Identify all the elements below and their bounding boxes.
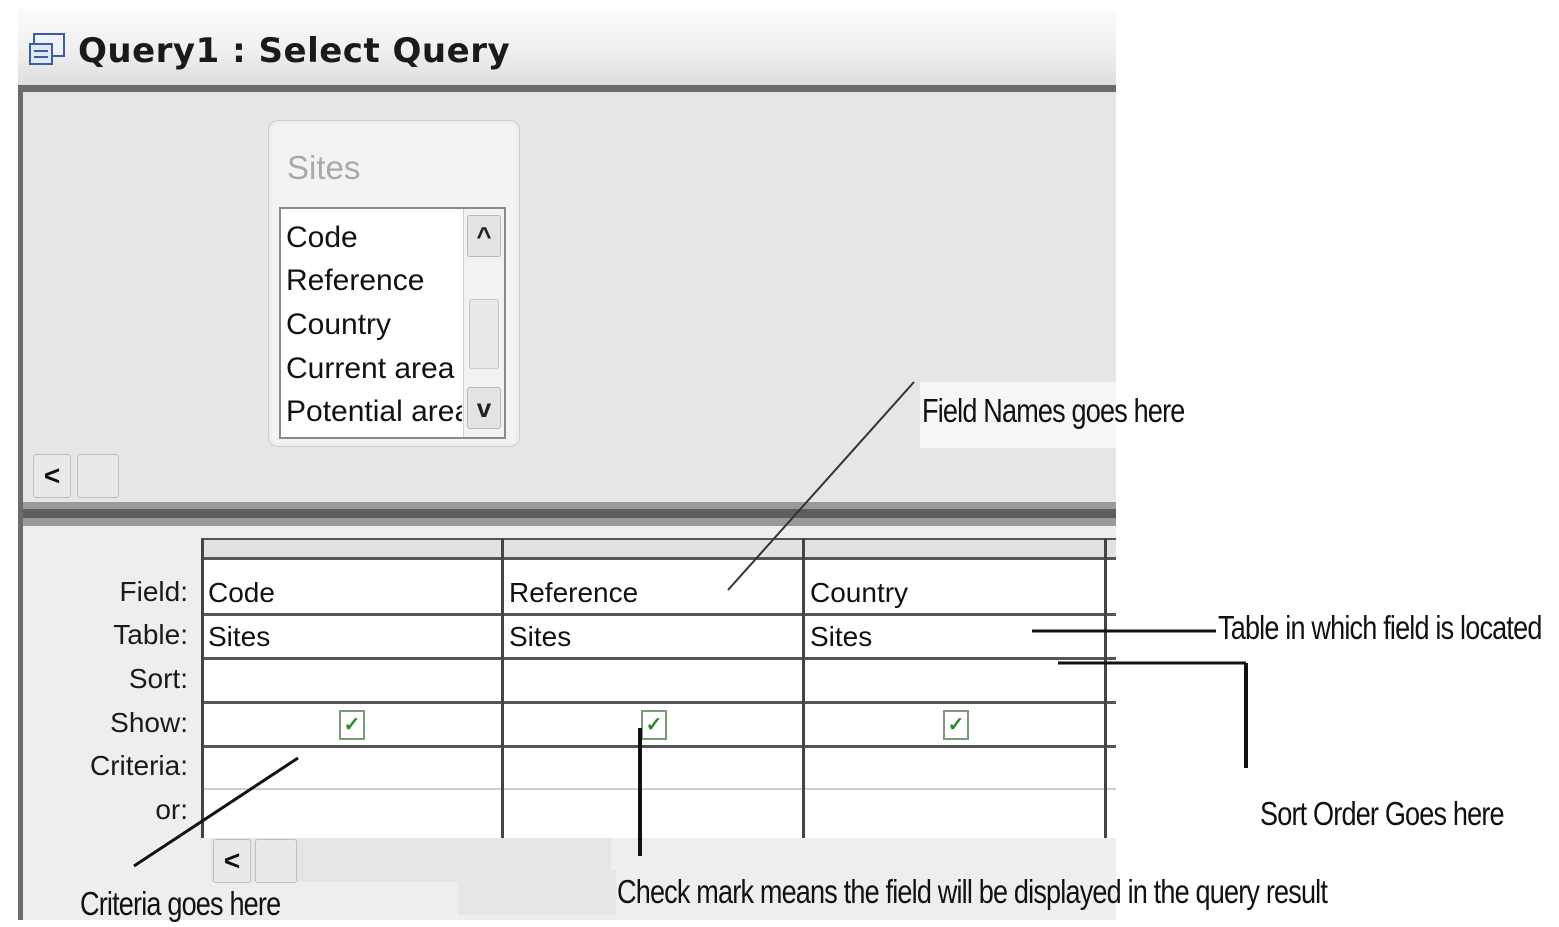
row-label-show: Show: xyxy=(110,707,188,738)
grid-line xyxy=(1104,538,1107,838)
field-list-scrollbar[interactable]: ^ v xyxy=(463,209,504,437)
grid-line xyxy=(201,788,1116,790)
row-label-table: Table: xyxy=(113,619,188,650)
annotation-check-mark: Check mark means the field will be displ… xyxy=(617,873,1328,910)
pane-splitter[interactable] xyxy=(23,502,1116,526)
table-cell[interactable]: Sites xyxy=(208,621,270,653)
row-label-or: or: xyxy=(155,794,188,825)
annotation-criteria: Criteria goes here xyxy=(80,885,281,922)
annotation-table-location: Table in which field is located xyxy=(1218,609,1542,646)
title-divider xyxy=(18,85,1116,92)
window-title: Query1 : Select Query xyxy=(78,31,511,71)
grid-line xyxy=(201,745,1116,748)
field-list-item[interactable]: Potential area xyxy=(286,395,462,429)
field-list-item[interactable]: Code xyxy=(286,221,358,255)
field-list-item[interactable]: Country xyxy=(286,308,391,342)
grid-line xyxy=(501,538,504,838)
field-list-item[interactable]: Reference xyxy=(286,264,424,298)
table-cell[interactable]: Sites xyxy=(509,621,571,653)
scroll-left-icon[interactable]: < xyxy=(33,454,71,498)
query-design-window: Query1 : Select Query Sites Code Referen… xyxy=(18,10,1116,920)
design-grid-pane: Field: Table: Sort: Show: Criteria: or: … xyxy=(23,526,1116,920)
grid-line xyxy=(201,613,1116,616)
annotation-sort-order: Sort Order Goes here xyxy=(1260,795,1505,832)
annotation-field-names: Field Names goes here xyxy=(922,392,1185,429)
scroll-thumb[interactable] xyxy=(77,454,119,498)
field-cell[interactable]: Country xyxy=(810,577,908,609)
grid-line xyxy=(201,657,1116,660)
field-list-sites[interactable]: Sites Code Reference Country Current are… xyxy=(268,120,520,447)
row-label-criteria: Criteria: xyxy=(89,750,188,781)
grid-line xyxy=(201,701,1116,704)
table-cell[interactable]: Sites xyxy=(810,621,872,653)
splitter-bar xyxy=(23,509,1116,518)
query-design-grid: Code Sites ✓ Reference Sites ✓ Country S… xyxy=(201,538,1116,838)
grid-line xyxy=(802,538,805,838)
scroll-thumb[interactable] xyxy=(255,839,297,883)
scroll-up-icon[interactable]: ^ xyxy=(467,215,501,257)
field-cell[interactable]: Code xyxy=(208,577,275,609)
field-cell[interactable]: Reference xyxy=(509,577,638,609)
scroll-down-icon[interactable]: v xyxy=(467,387,501,429)
show-checkbox[interactable]: ✓ xyxy=(641,710,667,740)
field-list-box: Code Reference Country Current area Pote… xyxy=(279,207,506,439)
grid-line xyxy=(201,538,204,838)
background-block xyxy=(458,870,616,915)
field-list-item[interactable]: Current area xyxy=(286,352,454,386)
show-checkbox[interactable]: ✓ xyxy=(339,710,365,740)
row-label-sort: Sort: xyxy=(128,663,188,694)
table-pane-hscroll[interactable]: < xyxy=(33,454,123,499)
row-label-field: Field: xyxy=(119,576,188,607)
scroll-left-icon[interactable]: < xyxy=(213,839,251,883)
query-icon xyxy=(29,33,65,65)
column-selector-bar[interactable] xyxy=(201,538,1116,560)
field-list-title: Sites xyxy=(287,149,361,186)
show-checkbox[interactable]: ✓ xyxy=(943,710,969,740)
scroll-thumb[interactable] xyxy=(469,299,499,369)
title-bar: Query1 : Select Query xyxy=(18,10,1116,85)
